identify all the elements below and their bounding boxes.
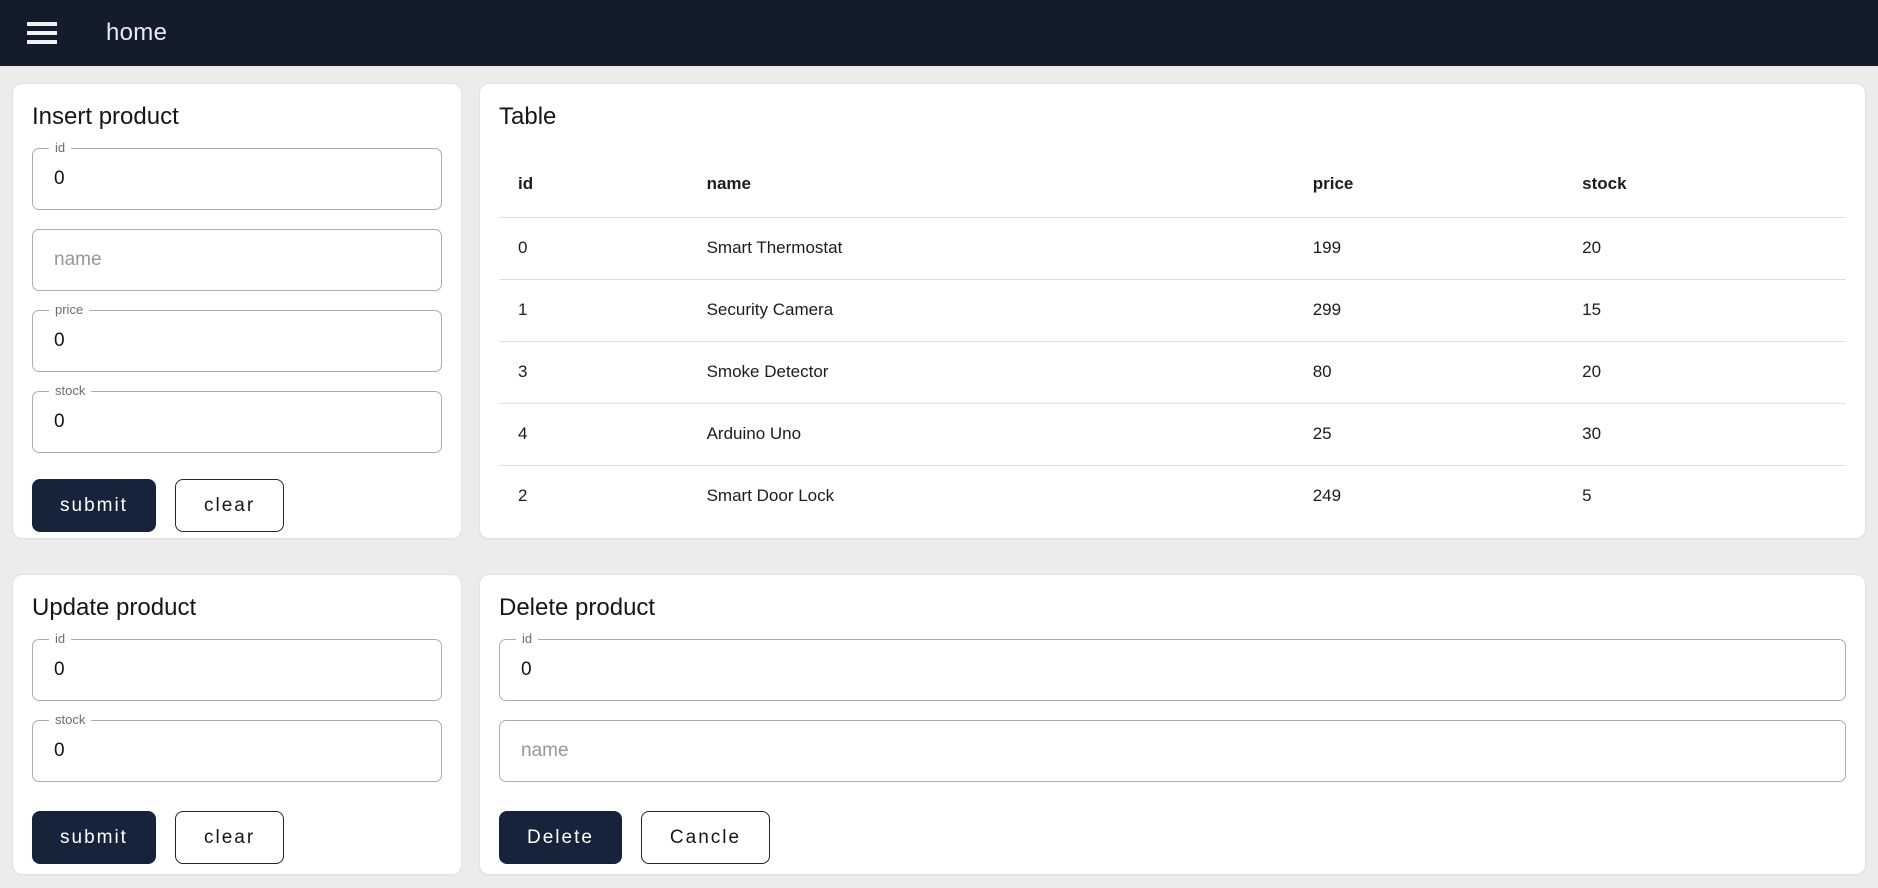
cell-id: 2 [518, 486, 528, 506]
update-submit-button[interactable]: submit [32, 811, 156, 864]
table-header-row: id name price stock [499, 152, 1846, 218]
delete-button[interactable]: Delete [499, 811, 622, 864]
column-header-id: id [499, 152, 688, 218]
insert-price-label: price [49, 302, 90, 318]
delete-id-input[interactable] [500, 640, 1845, 700]
top-row: Insert product id price stock submit cle… [12, 83, 1866, 539]
update-id-input[interactable] [33, 640, 441, 700]
insert-clear-button[interactable]: clear [174, 479, 285, 532]
cell-stock: 20 [1563, 341, 1846, 404]
insert-price-input[interactable] [33, 311, 441, 371]
table-row: 2 Smart Door Lock 249 5 [499, 465, 1846, 527]
main-content: Insert product id price stock submit cle… [0, 66, 1878, 888]
insert-name-field [32, 229, 442, 291]
table-row: 0 Smart Thermostat 199 20 [499, 217, 1846, 280]
cell-name: Smart Door Lock [706, 486, 835, 506]
cell-price: 80 [1293, 341, 1564, 404]
menu-bar [27, 31, 57, 35]
cell-id: 3 [499, 341, 688, 404]
insert-stock-input[interactable] [33, 392, 441, 452]
update-product-title: Update product [32, 594, 197, 621]
cell-name: Security Camera [687, 279, 1294, 342]
insert-product-panel: Insert product id price stock submit cle… [12, 83, 462, 539]
update-product-panel: Update product id stock submit clear [12, 574, 462, 875]
insert-stock-label: stock [49, 383, 92, 399]
cell-price: 25 [1293, 403, 1564, 466]
cell-stock: 30 [1563, 403, 1846, 466]
cell-id: 4 [499, 403, 688, 466]
table-panel: Table id name price stock 0 Smart Thermo… [479, 83, 1866, 539]
insert-stock-field: stock [32, 383, 442, 453]
insert-button-row: submit clear [32, 479, 442, 532]
app-title: home [106, 19, 168, 46]
delete-id-field: id [499, 631, 1846, 701]
table-row: 4 Arduino Uno 25 30 [499, 403, 1846, 466]
cancel-button[interactable]: Cancle [640, 811, 771, 864]
menu-bar [27, 22, 57, 26]
bottom-row: Update product id stock submit clear Del… [12, 574, 1866, 875]
menu-bar [27, 40, 57, 44]
cell-stock: 20 [1563, 217, 1846, 280]
update-stock-input[interactable] [33, 721, 441, 781]
delete-button-row: Delete Cancle [499, 811, 1846, 864]
cell-price: 299 [1293, 279, 1564, 342]
update-id-field: id [32, 631, 442, 701]
update-stock-label: stock [49, 712, 92, 728]
table-row: 3 Smoke Detector 80 20 [499, 341, 1846, 404]
insert-name-input[interactable] [33, 230, 441, 290]
delete-product-panel: Delete product id Delete Cancle [479, 574, 1866, 875]
delete-id-label: id [516, 631, 539, 647]
app-bar: home [0, 0, 1878, 66]
delete-product-title: Delete product [499, 594, 656, 621]
update-button-row: submit clear [32, 811, 442, 864]
column-header-price: price [1293, 152, 1564, 218]
cell-name: Arduino Uno [687, 403, 1294, 466]
table-title: Table [499, 103, 557, 130]
insert-submit-button[interactable]: submit [32, 479, 156, 532]
column-header-stock: stock [1563, 152, 1846, 218]
cell-id: 0 [499, 217, 688, 280]
cell-id: 1 [499, 279, 688, 342]
delete-name-field [499, 720, 1846, 782]
insert-id-field: id [32, 140, 442, 210]
cell-stock: 5 [1582, 486, 1592, 506]
update-clear-button[interactable]: clear [174, 811, 285, 864]
cell-name: Smart Thermostat [687, 217, 1294, 280]
update-id-label: id [49, 631, 72, 647]
delete-name-input[interactable] [500, 721, 1845, 781]
column-header-name: name [687, 152, 1294, 218]
products-table: id name price stock 0 Smart Thermostat 1… [499, 152, 1846, 527]
hamburger-menu-icon[interactable] [27, 22, 57, 44]
cell-price: 199 [1293, 217, 1564, 280]
cell-name: Smoke Detector [687, 341, 1294, 404]
insert-price-field: price [32, 302, 442, 372]
cell-stock: 15 [1563, 279, 1846, 342]
insert-id-input[interactable] [33, 149, 441, 209]
update-stock-field: stock [32, 712, 442, 782]
insert-product-title: Insert product [32, 103, 179, 130]
insert-id-label: id [49, 140, 72, 156]
cell-price: 249 [1312, 486, 1342, 506]
table-row: 1 Security Camera 299 15 [499, 279, 1846, 342]
